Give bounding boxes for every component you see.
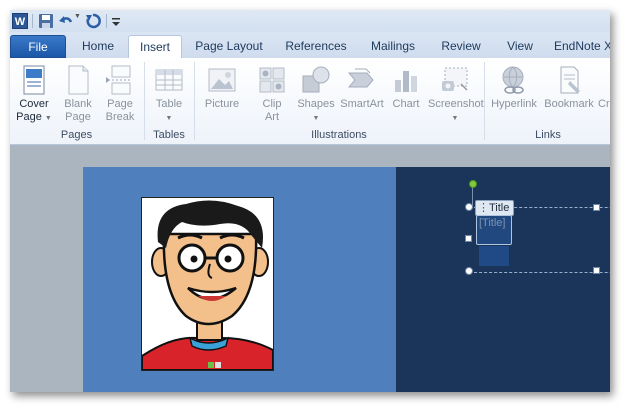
title-field-fill (479, 246, 509, 266)
drag-grip-icon: ⋮ (478, 202, 489, 214)
hyperlink-icon (502, 66, 524, 94)
shapes-label: Shapes (297, 98, 335, 110)
smartart-label: SmartArt (340, 98, 384, 110)
group-tables: Table ▼ Tables (146, 58, 192, 144)
tab-view[interactable]: View (498, 35, 542, 58)
document-page[interactable]: ⋮Title [Title] (83, 167, 610, 392)
smartart-button[interactable]: SmartArt (338, 60, 386, 128)
table-dropdown-icon: ▼ (165, 115, 173, 122)
picture-icon (208, 68, 236, 92)
smartart-icon (347, 68, 374, 88)
ribbon-tab-strip: File Home Insert Page Layout References … (10, 32, 610, 59)
cross-reference-label: Cr (598, 98, 610, 110)
clip-art-button[interactable]: Clip Art (250, 60, 294, 128)
page-break-button[interactable]: Page Break (98, 60, 142, 128)
resize-handle-left[interactable] (465, 235, 472, 242)
bookmark-label: Bookmark (544, 98, 594, 110)
table-icon (155, 69, 183, 91)
hyperlink-button[interactable]: Hyperlink (488, 60, 540, 128)
picture-label: Picture (204, 98, 240, 110)
word-icon[interactable]: W (12, 13, 28, 29)
undo-dropdown-icon[interactable]: ▼ (74, 13, 81, 20)
tab-review[interactable]: Review (436, 35, 486, 58)
blank-page-icon (68, 65, 89, 95)
tab-mailings[interactable]: Mailings (364, 35, 422, 58)
group-links-label: Links (535, 129, 561, 141)
clip-art-label-2: Art (264, 111, 280, 123)
tab-file[interactable]: File (10, 35, 66, 58)
document-area: ⋮Title [Title] (10, 145, 610, 392)
resize-handle-bottom[interactable] (593, 267, 600, 274)
shapes-dropdown-icon: ▼ (312, 115, 320, 122)
bookmark-button[interactable]: Bookmark (542, 60, 596, 128)
page-break-label-1: Page (107, 98, 133, 110)
screenshot-button[interactable]: Screenshot ▼ (428, 60, 484, 128)
cover-page-label-2: Page (16, 111, 42, 123)
redo-icon[interactable] (85, 13, 101, 29)
bookmark-icon (560, 66, 580, 94)
resize-handle-top-left[interactable] (465, 203, 473, 211)
shapes-button[interactable]: Shapes ▼ (294, 60, 338, 128)
customize-toolbar-icon[interactable] (110, 13, 122, 29)
cartoon-picture[interactable] (141, 197, 274, 371)
tab-home[interactable]: Home (72, 35, 124, 58)
tab-insert[interactable]: Insert (128, 35, 182, 59)
cross-reference-button[interactable]: Cr (598, 60, 610, 128)
group-illustrations-label: Illustrations (311, 129, 367, 141)
group-links: Hyperlink Bookmark Cr Links (486, 58, 610, 144)
page-break-label-2: Break (105, 111, 135, 123)
table-label: Table (155, 98, 183, 110)
save-icon[interactable] (38, 13, 54, 29)
resize-handle-bottom-left[interactable] (465, 267, 473, 275)
group-tables-label: Tables (153, 129, 185, 141)
table-button[interactable]: Table ▼ (147, 60, 191, 128)
shapes-icon (302, 66, 330, 93)
clip-art-icon (259, 67, 285, 93)
page-break-icon (106, 65, 132, 95)
title-content-control-tag[interactable]: ⋮Title (475, 200, 515, 216)
group-illustrations: Picture Clip Art Shapes ▼ SmartArt Chart… (196, 58, 484, 144)
undo-icon[interactable] (58, 13, 74, 29)
title-tag-label: Title (489, 202, 510, 214)
word-window: W ▼ File Home Insert Page Layout Referen… (10, 10, 610, 392)
title-placeholder-field[interactable]: [Title] (476, 215, 512, 245)
picture-button[interactable]: Picture (200, 60, 244, 128)
toolbar-divider (106, 14, 107, 28)
cover-page-label-1: Cover (19, 98, 49, 110)
ribbon-insert: CoverPage ▼ BlankPage PageBreak Pages (10, 58, 610, 145)
tab-page-layout[interactable]: Page Layout (190, 35, 268, 58)
group-divider (194, 62, 195, 140)
tab-endnote[interactable]: EndNote X (554, 35, 610, 58)
group-divider (484, 62, 485, 140)
group-divider (144, 62, 145, 140)
hyperlink-label: Hyperlink (491, 98, 537, 110)
group-pages: Cover Page ▼ Blank Page Page Break Pages (10, 58, 143, 144)
tab-references[interactable]: References (280, 35, 352, 58)
clip-art-label-1: Clip (262, 98, 282, 110)
rotation-handle[interactable] (469, 180, 477, 188)
chart-label: Chart (392, 98, 420, 110)
cover-page-dropdown-icon: ▼ (44, 115, 52, 122)
screenshot-label: Screenshot (428, 98, 484, 110)
blank-page-label-2: Page (65, 111, 91, 123)
cover-page-icon (23, 65, 45, 95)
toolbar-divider (32, 14, 33, 28)
chart-button[interactable]: Chart (384, 60, 428, 128)
cover-page-button[interactable]: Cover Page ▼ (12, 60, 56, 128)
blank-page-label-1: Blank (64, 98, 92, 110)
screenshot-dropdown-icon: ▼ (451, 115, 459, 122)
screenshot-icon (442, 67, 468, 91)
blank-page-button[interactable]: Blank Page (56, 60, 100, 128)
resize-handle-top[interactable] (593, 204, 600, 211)
chart-icon (395, 71, 417, 92)
quick-access-toolbar: W ▼ (10, 10, 610, 32)
cartoon-face-icon (142, 200, 273, 370)
group-pages-label: Pages (60, 129, 93, 141)
